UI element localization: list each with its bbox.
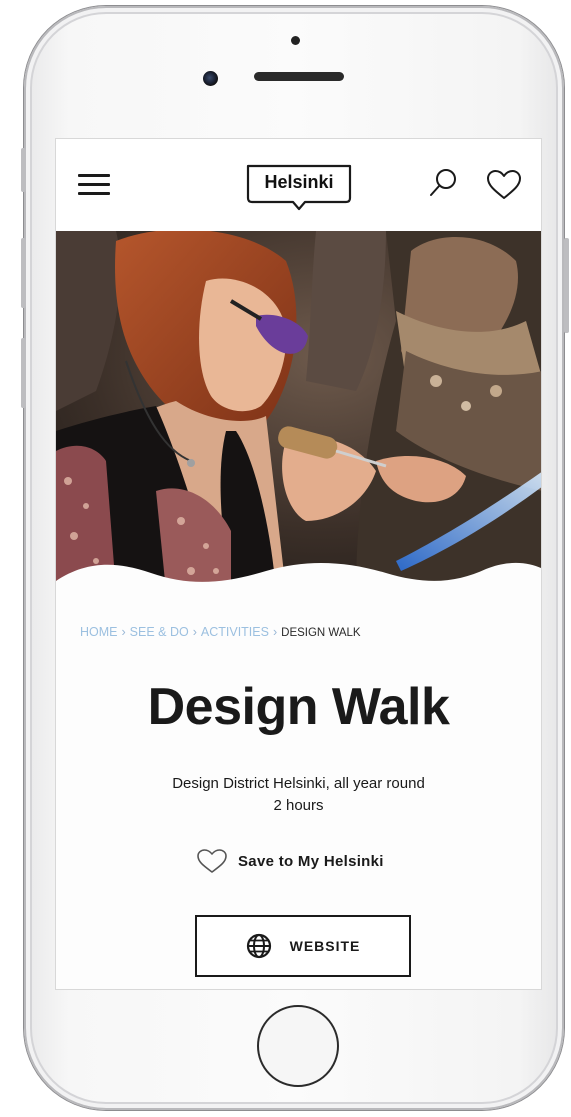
hero-photo <box>56 231 541 591</box>
helsinki-logo[interactable]: Helsinki <box>244 162 354 211</box>
globe-icon <box>246 933 271 959</box>
power-button <box>564 238 569 333</box>
search-icon <box>430 169 456 196</box>
event-location: Design District Helsinki, all year round <box>172 775 425 792</box>
home-button[interactable] <box>257 1005 339 1087</box>
breadcrumb-separator: › <box>192 625 197 639</box>
breadcrumb-activities[interactable]: ACTIVITIES <box>201 625 269 639</box>
event-details: Design District Helsinki, all year round… <box>56 773 541 817</box>
volume-down-button <box>21 338 26 408</box>
breadcrumb-separator: › <box>272 625 278 639</box>
hamburger-icon <box>78 174 110 177</box>
logo-text: Helsinki <box>264 172 334 192</box>
front-camera <box>203 71 218 86</box>
mute-switch <box>21 148 26 192</box>
event-duration: 2 hours <box>273 797 324 814</box>
search-button[interactable] <box>428 167 458 199</box>
heart-icon <box>487 170 521 199</box>
save-label: Save to My Helsinki <box>238 852 384 870</box>
breadcrumb: HOME › SEE & DO › ACTIVITIES › DESIGN WALK <box>80 625 361 639</box>
menu-button[interactable] <box>78 172 110 196</box>
website-button[interactable]: WEBSITE <box>195 915 411 977</box>
heart-outline-icon <box>197 849 227 873</box>
breadcrumb-home[interactable]: HOME <box>80 625 118 639</box>
breadcrumb-separator: › <box>121 625 126 639</box>
earpiece-speaker <box>254 72 344 81</box>
phone-screen: Helsinki HOME › SEE & DO › ACTIVITIES › … <box>55 138 542 990</box>
hero-image <box>56 231 541 591</box>
page-title: Design Walk <box>147 678 450 736</box>
volume-up-button <box>21 238 26 308</box>
breadcrumb-current: DESIGN WALK <box>281 627 361 639</box>
proximity-sensor <box>291 36 300 45</box>
top-navbar: Helsinki <box>56 139 541 231</box>
save-to-my-helsinki-button[interactable]: Save to My Helsinki <box>196 847 384 875</box>
favorites-button[interactable] <box>486 169 522 201</box>
website-label: WEBSITE <box>289 938 361 954</box>
breadcrumb-see-do[interactable]: SEE & DO <box>130 625 189 639</box>
